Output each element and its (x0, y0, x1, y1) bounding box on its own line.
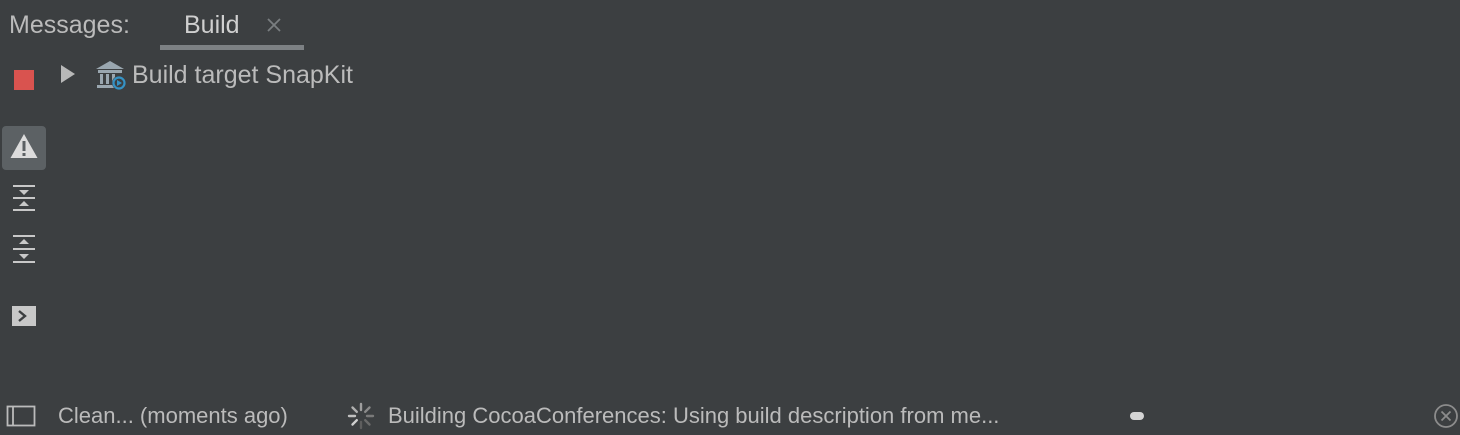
console-icon (11, 305, 37, 332)
collapse-all-icon (10, 183, 38, 218)
close-icon[interactable] (264, 15, 284, 35)
progress-bar (1130, 412, 1144, 420)
expand-all-icon (10, 233, 38, 270)
stop-icon (13, 68, 35, 95)
tree-item-build-target[interactable]: Build target SnapKit (132, 60, 353, 90)
collapse-all-button[interactable] (2, 178, 46, 222)
cancel-process-icon[interactable] (1433, 403, 1459, 429)
tab-build-label: Build (184, 11, 240, 39)
expand-arrow-icon[interactable] (59, 64, 77, 84)
console-button[interactable] (2, 296, 46, 340)
stop-button[interactable] (2, 59, 46, 103)
status-last-action[interactable]: Clean... (moments ago) (58, 402, 288, 430)
tool-windows-toggle-icon[interactable] (6, 404, 36, 428)
tab-active-underline (160, 45, 304, 50)
warning-icon (9, 132, 39, 165)
build-target-icon (94, 59, 128, 91)
show-warnings-button[interactable] (2, 126, 46, 170)
status-progress-text[interactable]: Building CocoaConferences: Using build d… (388, 402, 999, 430)
expand-all-button[interactable] (2, 229, 46, 273)
tab-build[interactable]: Build (160, 0, 304, 52)
spinner-icon (347, 402, 375, 430)
messages-label: Messages: (9, 11, 130, 39)
